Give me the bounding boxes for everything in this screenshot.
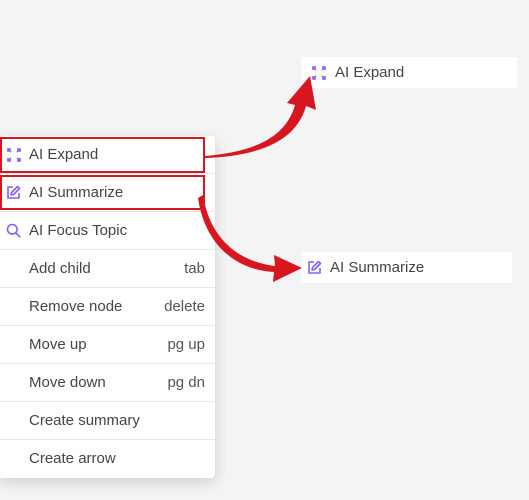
menu-item-move-up[interactable]: Move up pg up <box>0 326 215 364</box>
menu-item-shortcut: tab <box>184 260 205 277</box>
expand-icon <box>311 65 326 80</box>
edit-icon <box>307 260 322 275</box>
menu-item-create-summary[interactable]: Create summary <box>0 402 215 440</box>
menu-item-remove-node[interactable]: Remove node delete <box>0 288 215 326</box>
menu-item-move-down[interactable]: Move down pg dn <box>0 364 215 402</box>
callout-ai-summarize: AI Summarize <box>301 252 512 283</box>
arrow-to-ai-expand <box>205 76 316 158</box>
edit-icon <box>6 185 21 200</box>
menu-item-shortcut: delete <box>164 298 205 315</box>
callout-ai-expand: AI Expand <box>301 57 517 88</box>
menu-item-label: Add child <box>29 260 91 277</box>
menu-item-shortcut: pg dn <box>167 374 205 391</box>
menu-item-add-child[interactable]: Add child tab <box>0 250 215 288</box>
menu-item-label: Remove node <box>29 298 123 315</box>
expand-icon <box>6 147 21 162</box>
menu-item-label: Create summary <box>29 412 140 429</box>
menu-item-ai-summarize[interactable]: AI Summarize <box>0 174 215 212</box>
menu-item-label: Create arrow <box>29 450 116 467</box>
menu-item-label: Move up <box>29 336 87 353</box>
menu-item-ai-focus-topic[interactable]: AI Focus Topic <box>0 212 215 250</box>
search-icon <box>6 223 21 238</box>
menu-item-label: Move down <box>29 374 106 391</box>
callout-label: AI Summarize <box>330 259 425 276</box>
menu-item-shortcut: pg up <box>167 336 205 353</box>
callout-label: AI Expand <box>335 64 405 81</box>
menu-item-label: AI Summarize <box>29 184 124 201</box>
menu-item-ai-expand[interactable]: AI Expand <box>0 136 215 174</box>
menu-item-label: AI Focus Topic <box>29 222 128 239</box>
context-menu: AI Expand AI Summarize AI Focus Topic Ad… <box>0 136 215 478</box>
menu-item-label: AI Expand <box>29 146 99 163</box>
menu-item-create-arrow[interactable]: Create arrow <box>0 440 215 478</box>
